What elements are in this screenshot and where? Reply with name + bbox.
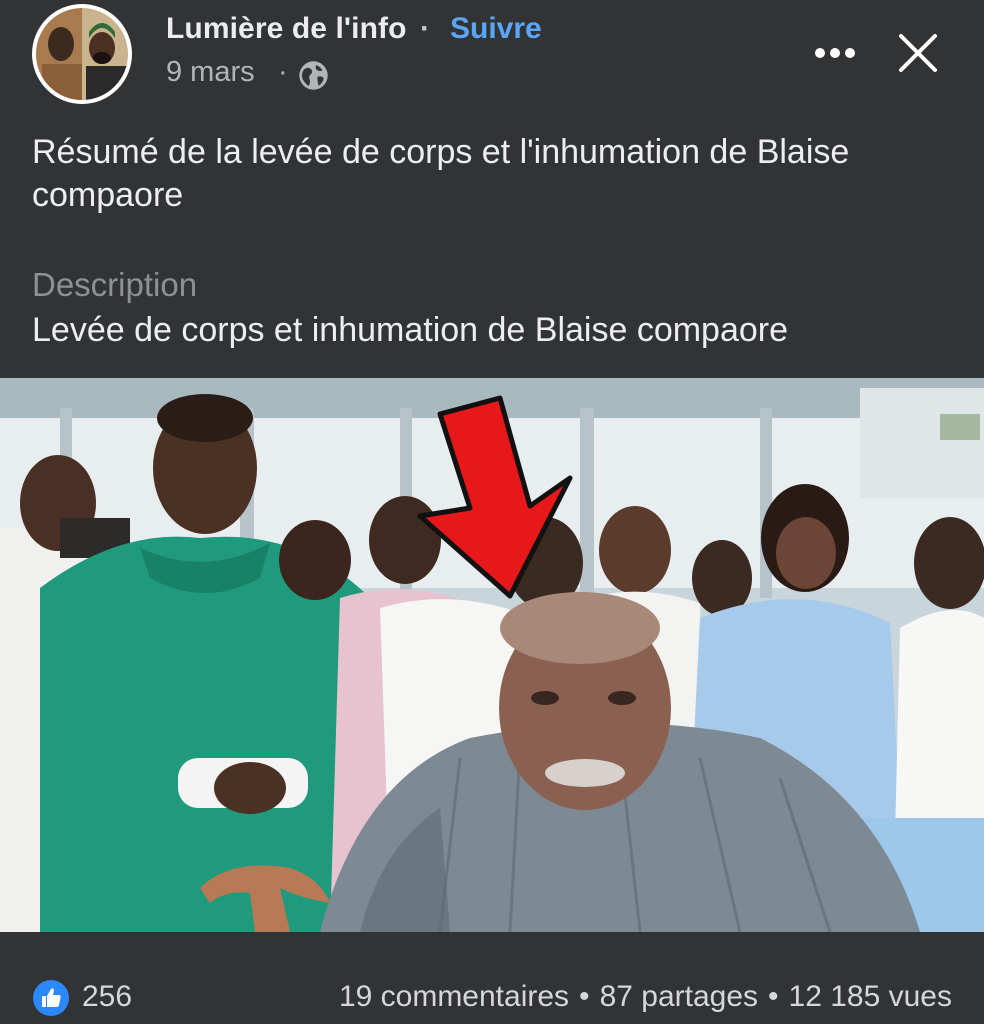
video-thumbnail	[0, 378, 984, 932]
post-viewer: Lumière de l'info · Suivre 9 mars · Résu…	[0, 0, 984, 1024]
stats-separator: •	[579, 980, 590, 1013]
page-avatar[interactable]	[32, 4, 132, 104]
more-options-icon[interactable]	[812, 36, 858, 70]
post-stats: 19 commentaires • 87 partages • 12 185 vues	[339, 980, 952, 1014]
post-date[interactable]: 9 mars	[166, 56, 255, 89]
avatar-image	[36, 8, 128, 100]
follow-button[interactable]: Suivre	[450, 12, 542, 46]
video-player[interactable]	[0, 378, 984, 932]
post-title: Résumé de la levée de corps et l'inhumat…	[32, 133, 850, 214]
date-separator: ·	[278, 56, 288, 88]
stats-separator: •	[768, 980, 779, 1013]
shares-count[interactable]: 87 partages	[600, 980, 758, 1013]
close-icon[interactable]	[896, 31, 940, 75]
views-count: 12 185 vues	[788, 980, 952, 1013]
comments-count[interactable]: 19 commentaires	[339, 980, 569, 1013]
header-separator: ·	[420, 12, 430, 45]
description-text: Levée de corps et inhumation de Blaise c…	[32, 311, 789, 349]
page-name[interactable]: Lumière de l'info	[166, 12, 407, 46]
like-count[interactable]: 256	[82, 980, 132, 1014]
description-label: Description	[32, 266, 198, 303]
globe-icon	[299, 61, 328, 90]
like-icon[interactable]	[32, 979, 70, 1017]
